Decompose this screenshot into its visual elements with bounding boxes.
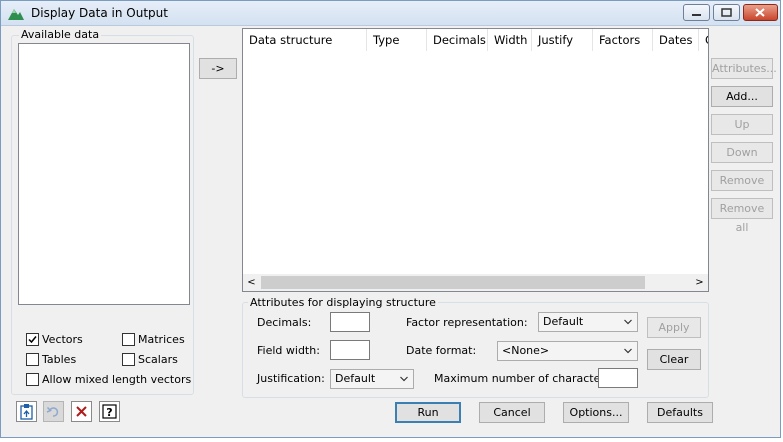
justification-label: Justification: (257, 372, 325, 385)
cancel-button[interactable]: Cancel (479, 402, 545, 423)
defaults-button[interactable]: Defaults (647, 402, 713, 423)
column-header-data-structure[interactable]: Data structure (243, 29, 367, 51)
justification-value: Default (335, 372, 376, 385)
factor-representation-label: Factor representation: (406, 316, 528, 329)
scroll-right-icon[interactable]: > (693, 276, 706, 289)
help-button[interactable]: ? (99, 401, 120, 422)
send-to-output-button[interactable] (16, 401, 37, 422)
mixed-length-label: Allow mixed length vectors (42, 373, 192, 386)
down-button[interactable]: Down (711, 142, 773, 163)
options-button[interactable]: Options... (563, 402, 629, 423)
column-header-type[interactable]: Type (367, 29, 427, 51)
clear-button[interactable]: Clear (647, 349, 701, 370)
tables-label: Tables (42, 353, 77, 366)
chevron-down-icon (624, 319, 632, 325)
tables-checkbox[interactable] (26, 353, 39, 366)
date-format-value: <None> (502, 344, 550, 357)
vectors-label: Vectors (42, 333, 83, 346)
matrices-checkbox[interactable] (122, 333, 135, 346)
attributes-button[interactable]: Attributes... (711, 58, 777, 79)
remove-button[interactable]: Remove (711, 170, 773, 191)
close-x-icon (76, 406, 87, 417)
restore-icon (721, 8, 732, 17)
max-characters-label: Maximum number of characters: (434, 372, 615, 385)
checkmark-icon (28, 336, 37, 344)
factor-representation-value: Default (543, 315, 584, 328)
decimals-label: Decimals: (257, 316, 312, 329)
scalars-checkbox[interactable] (122, 353, 135, 366)
chevron-down-icon (400, 376, 408, 382)
apply-button[interactable]: Apply (647, 317, 701, 338)
scrollbar-thumb[interactable] (261, 276, 645, 289)
column-header-width[interactable]: Width (488, 29, 532, 51)
field-width-label: Field width: (257, 344, 320, 357)
max-characters-input[interactable] (598, 368, 638, 388)
dialog-window: Display Data in Output Available data Ve… (0, 0, 781, 438)
add-button[interactable]: Add... (711, 86, 773, 107)
app-logo-icon (8, 9, 24, 20)
column-header-justify[interactable]: Justify (532, 29, 593, 51)
undo-icon (46, 406, 59, 417)
available-data-label: Available data (19, 28, 102, 41)
add-to-table-button[interactable]: -> (199, 58, 237, 79)
window-title: Display Data in Output (31, 6, 168, 20)
close-icon (755, 8, 765, 17)
mixed-length-checkbox[interactable] (26, 373, 39, 386)
vectors-checkbox[interactable] (26, 333, 39, 346)
horizontal-scrollbar[interactable]: < > (243, 274, 708, 291)
run-button[interactable]: Run (395, 402, 461, 423)
minimize-button[interactable] (683, 4, 710, 21)
attributes-group-label: Attributes for displaying structure (248, 296, 438, 309)
field-width-input[interactable] (330, 340, 370, 360)
table-header: Data structure Type Decimals Width Justi… (243, 29, 708, 51)
help-icon: ? (102, 404, 117, 419)
available-data-list[interactable] (18, 43, 190, 305)
remove-all-button[interactable]: Remove all (711, 198, 773, 234)
scroll-left-icon[interactable]: < (245, 276, 258, 289)
undo-button[interactable] (43, 401, 64, 422)
column-header-c[interactable]: C (699, 29, 708, 51)
column-header-factors[interactable]: Factors (593, 29, 653, 51)
title-bar[interactable]: Display Data in Output (1, 1, 780, 26)
factor-representation-select[interactable]: Default (538, 312, 638, 332)
restore-button[interactable] (713, 4, 740, 21)
data-structure-table[interactable]: Data structure Type Decimals Width Justi… (242, 28, 709, 292)
chevron-down-icon (624, 348, 632, 354)
decimals-input[interactable] (330, 312, 370, 332)
column-header-dates[interactable]: Dates (653, 29, 699, 51)
svg-text:?: ? (106, 406, 112, 419)
matrices-label: Matrices (138, 333, 185, 346)
date-format-label: Date format: (406, 344, 477, 357)
close-window-button[interactable] (743, 4, 778, 21)
date-format-select[interactable]: <None> (497, 341, 638, 361)
justification-select[interactable]: Default (330, 369, 414, 389)
column-header-decimals[interactable]: Decimals (427, 29, 488, 51)
up-button[interactable]: Up (711, 114, 773, 135)
scalars-label: Scalars (138, 353, 178, 366)
minimize-icon (692, 14, 701, 16)
clipboard-icon (20, 404, 33, 420)
clear-all-button[interactable] (71, 401, 92, 422)
